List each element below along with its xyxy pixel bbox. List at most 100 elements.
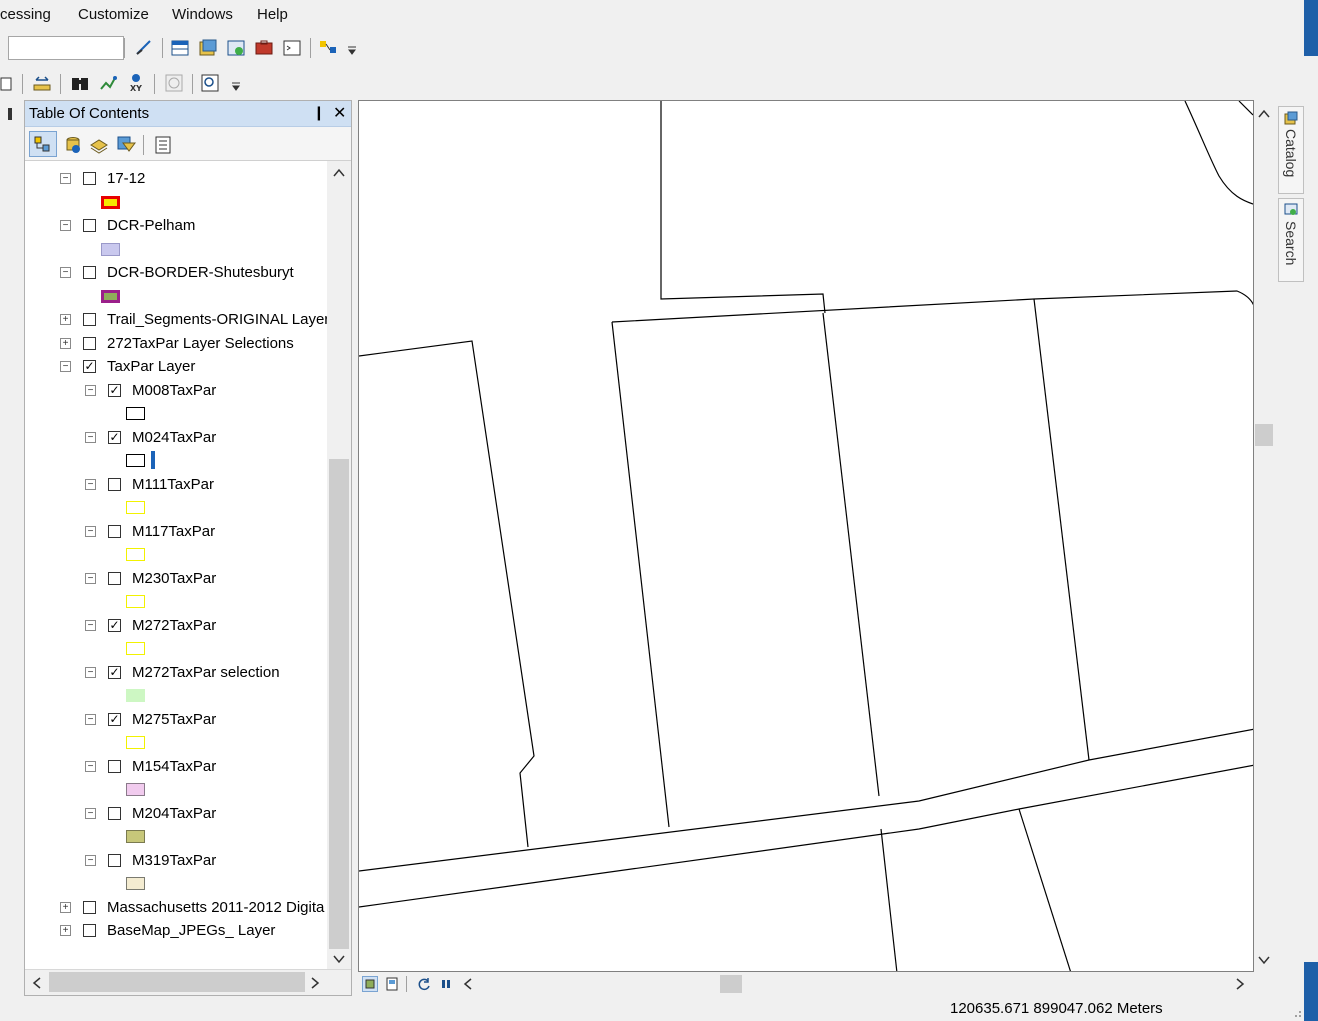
scroll-left-icon[interactable] [462,977,474,991]
layer-name[interactable]: M319TaxPar [132,852,216,869]
layer-row[interactable]: − M204TaxPar [25,802,327,824]
expand-icon[interactable]: + [60,337,71,349]
layer-visibility-checkbox[interactable]: ✓ [108,618,121,632]
scroll-down-icon[interactable] [1257,954,1271,966]
legend-symbol[interactable] [126,642,145,655]
list-by-drawing-order-button[interactable] [29,131,57,157]
layer-visibility-checkbox[interactable] [83,313,96,326]
list-by-source-icon[interactable] [63,135,83,155]
layer-dropdown[interactable] [8,36,124,60]
model-builder-icon[interactable] [318,38,338,58]
collapse-icon[interactable]: − [60,361,71,372]
expand-icon[interactable]: + [60,925,71,936]
layer-name[interactable]: DCR-Pelham [107,217,195,234]
table-icon[interactable] [170,38,190,58]
scroll-right-icon[interactable] [309,976,321,990]
layer-name[interactable]: M024TaxPar [132,429,216,446]
list-by-selection-icon[interactable] [115,133,137,155]
find-binoculars-icon[interactable] [70,73,90,93]
layer-visibility-checkbox[interactable] [83,219,96,232]
layout-view-icon[interactable] [384,976,400,992]
toc-horizontal-scrollbar[interactable] [25,969,351,995]
collapse-icon[interactable]: − [85,431,96,443]
layer-name[interactable]: 17-12 [107,170,145,187]
legend-symbol[interactable] [126,736,145,749]
layer-visibility-checkbox[interactable]: ✓ [108,712,121,726]
layer-name[interactable]: M230TaxPar [132,570,216,587]
legend-symbol[interactable] [126,877,145,890]
toc-vscroll-thumb[interactable] [329,459,349,949]
create-viewer-window-icon[interactable] [200,73,220,93]
search-window-icon[interactable] [226,38,246,58]
scroll-down-icon[interactable] [332,953,346,965]
layer-row[interactable]: + BaseMap_JPEGs_ Layer [25,919,327,941]
resize-grip-icon[interactable] [1290,1006,1302,1018]
data-view-button[interactable] [362,976,378,992]
toc-hscroll-thumb[interactable] [49,972,305,992]
layer-name[interactable]: M272TaxPar [132,617,216,634]
close-icon[interactable]: ✕ [333,103,346,123]
layer-row[interactable]: − ✓ M272TaxPar selection [25,661,327,683]
legend-symbol[interactable] [101,195,120,209]
pin-icon[interactable]: ❙ [313,104,325,121]
collapse-icon[interactable]: − [85,713,96,725]
layer-row[interactable]: +272TaxPar Layer Selections [25,332,327,354]
map-vscroll-thumb[interactable] [1255,424,1273,446]
layer-row[interactable]: − M319TaxPar [25,849,327,871]
layer-visibility-checkbox[interactable]: ✓ [108,430,121,444]
expand-icon[interactable]: + [60,314,71,325]
collapse-icon[interactable]: − [85,478,96,490]
layer-row[interactable]: − DCR-BORDER-Shutesburyt [25,261,327,283]
legend-symbol[interactable] [126,830,145,843]
menu-windows[interactable]: Windows [172,6,233,23]
toolbox-icon[interactable] [254,38,274,58]
layer-visibility-checkbox[interactable] [83,924,96,937]
layer-visibility-checkbox[interactable] [108,477,121,491]
map-hscroll-thumb[interactable] [720,975,742,993]
legend-symbol[interactable] [126,407,145,420]
layer-visibility-checkbox[interactable] [83,172,96,185]
layer-visibility-checkbox[interactable] [83,336,96,350]
map-view[interactable] [358,100,1254,972]
dock-grip[interactable] [8,108,12,120]
map-vertical-scrollbar[interactable] [1254,100,1274,972]
python-window-icon[interactable] [282,38,302,58]
layer-row[interactable]: − M230TaxPar [25,567,327,589]
layer-row[interactable]: − 17-12 [25,167,327,189]
time-slider-icon[interactable] [164,73,184,93]
menu-help[interactable]: Help [257,6,288,23]
identify-icon[interactable] [0,74,14,94]
editor-sketch-icon[interactable] [134,38,154,58]
collapse-icon[interactable]: − [60,173,71,184]
legend-symbol[interactable] [126,548,145,561]
pause-drawing-icon[interactable] [440,978,452,990]
measure-icon[interactable] [32,73,52,93]
refresh-icon[interactable] [416,976,432,992]
toolbar-options-icon[interactable] [346,44,358,56]
layer-row[interactable]: − ✓ M024TaxPar [25,426,327,448]
search-tab[interactable]: Search [1278,198,1304,282]
layer-row[interactable]: − ✓ TaxPar Layer [25,355,327,377]
layer-name[interactable]: TaxPar Layer [107,358,195,375]
list-by-visibility-icon[interactable] [89,135,109,155]
layer-row[interactable]: − M154TaxPar [25,755,327,777]
layer-name[interactable]: M111TaxPar [132,476,214,493]
layer-visibility-checkbox[interactable]: ✓ [108,383,121,397]
scroll-left-icon[interactable] [31,976,43,990]
layer-row[interactable]: − M117TaxPar [25,520,327,542]
legend-symbol[interactable] [126,454,145,467]
layer-row[interactable]: − ✓ M275TaxPar [25,708,327,730]
layer-row[interactable]: − M111TaxPar [25,473,327,495]
layer-name[interactable]: M272TaxPar selection [132,664,280,681]
legend-symbol[interactable] [126,783,145,796]
go-to-xy-icon[interactable]: XY [126,72,146,92]
layer-visibility-checkbox[interactable] [108,524,121,538]
collapse-icon[interactable]: − [60,267,71,278]
layer-name[interactable]: M154TaxPar [132,758,216,775]
collapse-icon[interactable]: − [85,572,96,584]
options-icon[interactable] [153,135,173,155]
layer-name[interactable]: M008TaxPar [132,382,216,399]
collapse-icon[interactable]: − [85,384,96,396]
layer-visibility-checkbox[interactable] [108,571,121,585]
layer-name[interactable]: M204TaxPar [132,805,216,822]
